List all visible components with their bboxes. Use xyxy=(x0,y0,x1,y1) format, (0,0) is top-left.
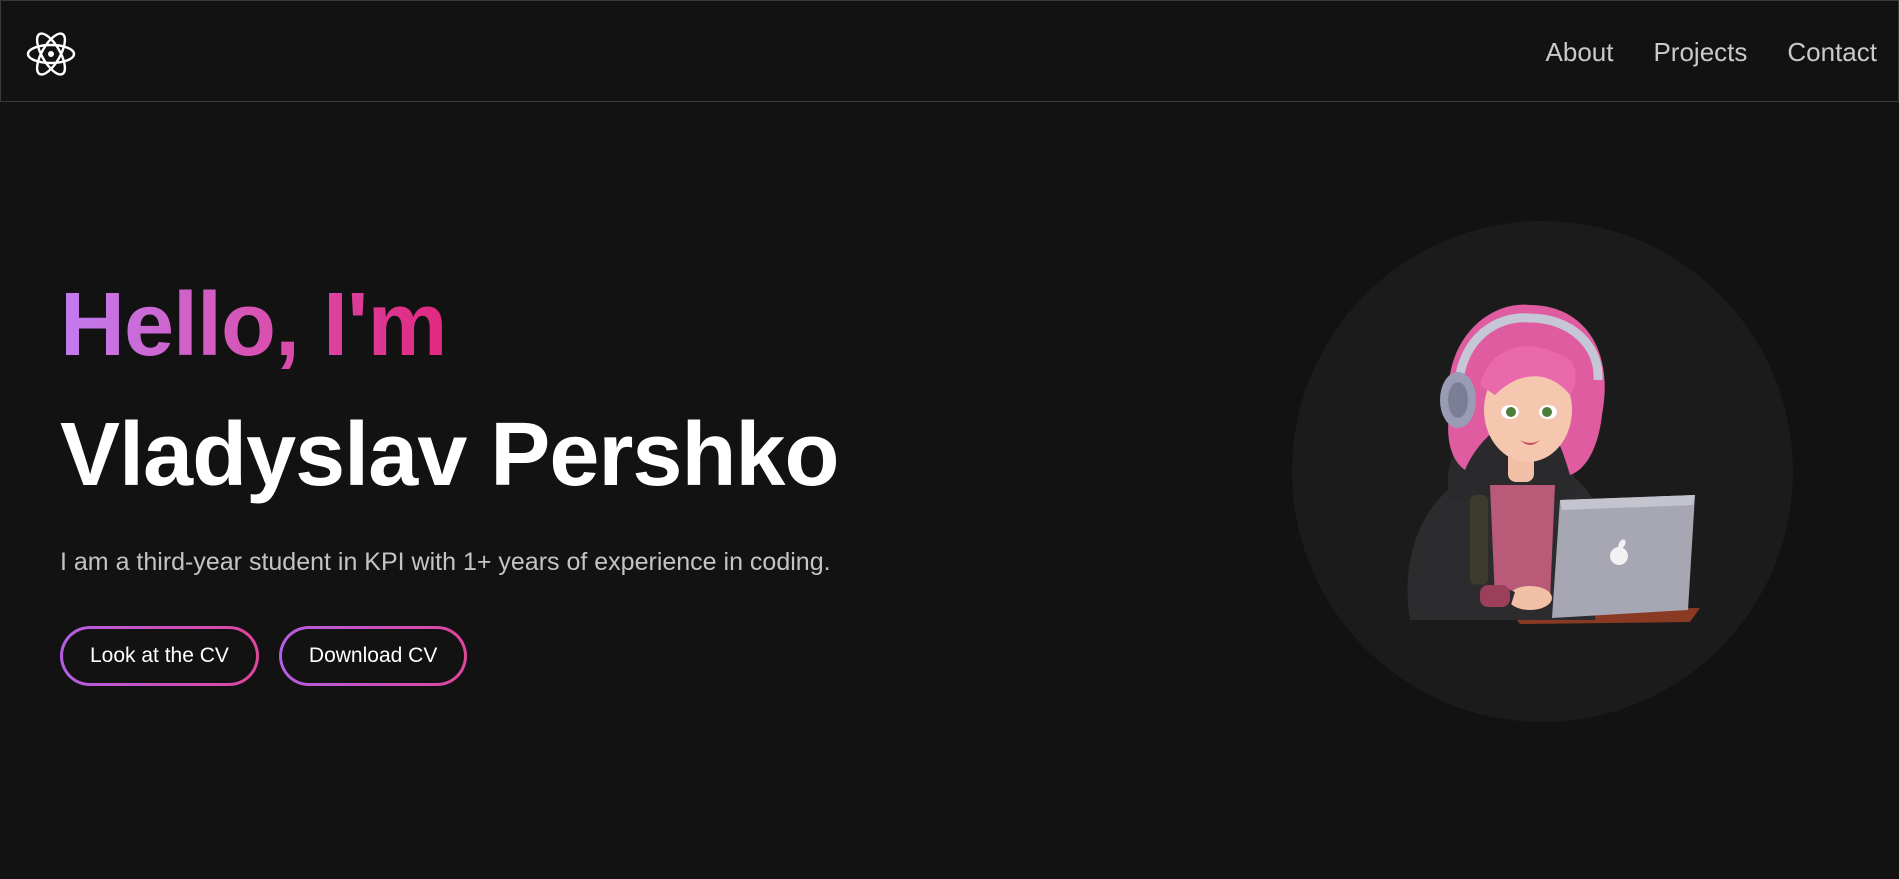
hero-bio: I am a third-year student in KPI with 1+… xyxy=(60,548,831,576)
site-header: About Projects Contact xyxy=(0,0,1899,102)
download-cv-label: Download CV xyxy=(281,629,465,683)
hero-greeting: Hello, I'm xyxy=(60,270,447,380)
atom-icon[interactable] xyxy=(25,28,77,80)
nav-link-projects[interactable]: Projects xyxy=(1653,37,1747,68)
main-nav: About Projects Contact xyxy=(1546,1,1877,103)
look-at-cv-label: Look at the CV xyxy=(63,629,256,683)
hero-buttons: Look at the CV Download CV xyxy=(60,626,468,686)
nav-link-about[interactable]: About xyxy=(1546,37,1614,68)
nav-link-contact[interactable]: Contact xyxy=(1787,37,1877,68)
look-at-cv-button[interactable]: Look at the CV xyxy=(60,626,259,686)
hero-name: Vladyslav Pershko xyxy=(60,405,839,505)
hero-intro: Hello, I'm Vladyslav Pershko I am a thir… xyxy=(60,270,839,577)
avatar-illustration xyxy=(1407,304,1700,624)
download-cv-button[interactable]: Download CV xyxy=(278,626,468,686)
